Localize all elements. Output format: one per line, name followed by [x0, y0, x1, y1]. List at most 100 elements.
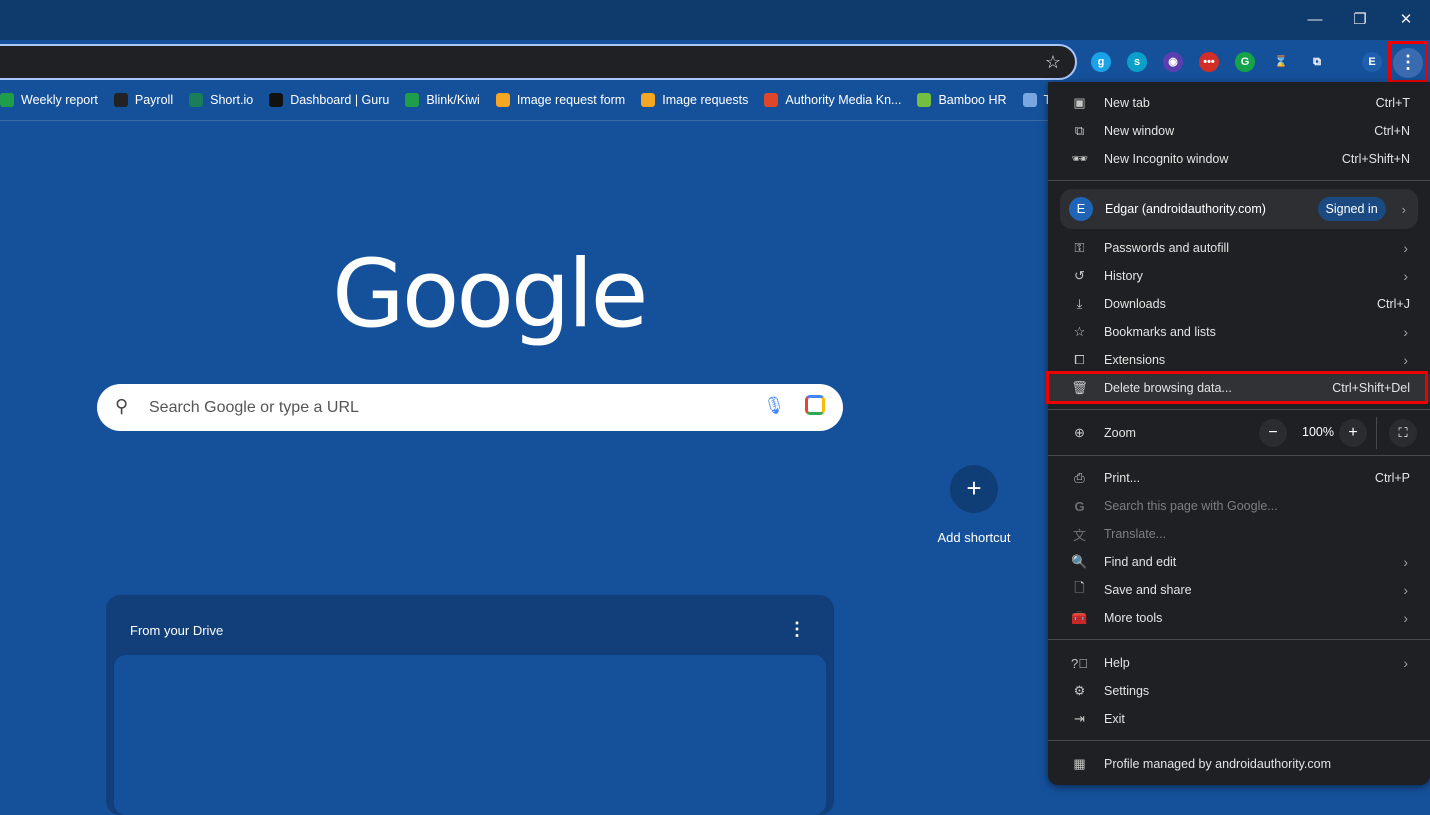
- search-box[interactable]: ⚲ Search Google or type a URL 🎙: [97, 384, 843, 431]
- new-window-icon: ⧉: [1074, 123, 1085, 138]
- search-input[interactable]: Search Google or type a URL: [149, 399, 359, 417]
- label: Translate...: [1104, 527, 1167, 541]
- menu-passwords[interactable]: ⚿ Passwords and autofill ›: [1048, 234, 1430, 262]
- bookmark-item[interactable]: Payroll: [113, 86, 174, 114]
- address-bar[interactable]: ☆: [0, 44, 1077, 80]
- menu-downloads[interactable]: ⤓ Downloads Ctrl+J: [1048, 290, 1430, 318]
- gear-icon: ⚙: [1073, 683, 1086, 698]
- menu-bookmarks[interactable]: ☆ Bookmarks and lists ›: [1048, 318, 1430, 346]
- find-icon: 🔍: [1071, 554, 1088, 569]
- menu-translate[interactable]: 文 Translate...: [1048, 520, 1430, 548]
- chevron-right-icon: ›: [1403, 655, 1408, 671]
- extension-s-icon[interactable]: s: [1127, 52, 1147, 72]
- menu-find-and-edit[interactable]: 🔍 Find and edit ›: [1048, 548, 1430, 576]
- key-icon: ⚿: [1074, 240, 1085, 255]
- translate-icon: 文: [1072, 527, 1086, 543]
- menu-settings[interactable]: ⚙ Settings: [1048, 677, 1430, 705]
- help-icon: ?⃝: [1071, 655, 1088, 671]
- label: Extensions: [1104, 353, 1166, 367]
- chrome-menu-button[interactable]: ⋮: [1388, 41, 1428, 83]
- menu-history[interactable]: ↺ History ›: [1048, 262, 1430, 290]
- label: Settings: [1104, 684, 1150, 698]
- label: New window: [1104, 124, 1175, 138]
- minimize-button[interactable]: —: [1300, 8, 1330, 32]
- menu-save-and-share[interactable]: 🗋 Save and share ›: [1048, 576, 1430, 604]
- bookmarks-bar: Weekly report Payroll Short.io Dashboard | …: [0, 86, 1089, 114]
- bookmark-star-icon[interactable]: ☆: [1045, 52, 1061, 73]
- profile-name: Edgar (androidauthority.com): [1105, 202, 1266, 216]
- bookmark-item[interactable]: Bamboo HR: [917, 86, 1007, 114]
- label: Downloads: [1104, 297, 1166, 311]
- bookmark-item[interactable]: Blink/Kiwi: [405, 86, 480, 114]
- menu-managed-profile[interactable]: ▦ Profile managed by androidauthority.com: [1048, 750, 1430, 778]
- bookmark-favicon-icon: [1022, 93, 1037, 107]
- chevron-right-icon: ›: [1403, 582, 1408, 598]
- drive-title: From your Drive: [130, 623, 224, 638]
- bookmark-label: Payroll: [134, 93, 174, 107]
- divider: [1048, 455, 1430, 456]
- bookmark-label: Blink/Kiwi: [426, 93, 480, 107]
- bookmark-item[interactable]: Weekly report: [0, 86, 98, 114]
- add-shortcut-label[interactable]: Add shortcut: [920, 530, 1028, 545]
- chevron-right-icon: ›: [1403, 554, 1408, 570]
- bookmark-item[interactable]: Image requests: [641, 86, 748, 114]
- download-icon: ⤓: [1076, 296, 1083, 311]
- drive-content: [114, 655, 826, 815]
- profile-avatar[interactable]: E: [1362, 52, 1382, 72]
- chevron-right-icon: ›: [1401, 201, 1406, 217]
- menu-new-window[interactable]: ⧉ New window Ctrl+N: [1048, 117, 1430, 145]
- drive-more-icon[interactable]: ⋮: [788, 619, 806, 640]
- label: Passwords and autofill: [1104, 241, 1230, 255]
- divider: [1048, 409, 1430, 410]
- maximize-button[interactable]: ❐: [1345, 8, 1375, 32]
- bookmark-favicon-icon: [405, 93, 420, 107]
- menu-exit[interactable]: ⇥ Exit: [1048, 705, 1430, 733]
- label: History: [1104, 269, 1143, 283]
- google-lens-icon[interactable]: [805, 395, 825, 415]
- avatar: E: [1069, 197, 1093, 221]
- bookmark-favicon-icon: [269, 93, 284, 107]
- chevron-right-icon: ›: [1403, 610, 1408, 626]
- menu-print[interactable]: ⎙ Print... Ctrl+P: [1048, 464, 1430, 492]
- menu-incognito[interactable]: 🕶 New Incognito window Ctrl+Shift+N: [1048, 145, 1430, 173]
- menu-extensions[interactable]: ⧠ Extensions ›: [1048, 346, 1430, 374]
- extension-g-icon[interactable]: g: [1091, 52, 1111, 72]
- shortcut: Ctrl+P: [1374, 471, 1410, 485]
- divider: [1376, 417, 1377, 449]
- close-button[interactable]: ✕: [1391, 8, 1421, 32]
- bookmark-item[interactable]: Authority Media Kn...: [764, 86, 901, 114]
- menu-more-tools[interactable]: 🧰 More tools ›: [1048, 604, 1430, 632]
- microphone-icon[interactable]: 🎙: [763, 396, 785, 416]
- chrome-menu: ▣ New tab Ctrl+T ⧉ New window Ctrl+N 🕶 New In…: [1048, 82, 1430, 785]
- fullscreen-button[interactable]: ⛶: [1389, 419, 1417, 447]
- bookmark-item[interactable]: Short.io: [189, 86, 253, 114]
- shortcut: Ctrl+T: [1375, 96, 1410, 110]
- extension-lastpass-icon[interactable]: •••: [1199, 52, 1219, 72]
- bookmark-label: Dashboard | Guru: [290, 93, 390, 107]
- bookmark-label: Image request form: [516, 93, 626, 107]
- extension-fingerprint-icon[interactable]: ◉: [1163, 52, 1183, 72]
- extension-grammarly-icon[interactable]: G: [1235, 52, 1255, 72]
- signed-in-badge: Signed in: [1317, 197, 1386, 221]
- menu-search-page[interactable]: G Search this page with Google...: [1048, 492, 1430, 520]
- add-shortcut-button[interactable]: +: [950, 465, 998, 513]
- bookmark-label: Short.io: [210, 93, 254, 107]
- divider: [1048, 740, 1430, 741]
- zoom-value: 100%: [1302, 425, 1334, 439]
- extension-timer-icon[interactable]: ⌛: [1271, 52, 1291, 72]
- extension-extensions-icon[interactable]: ⧉: [1307, 52, 1327, 72]
- google-logo: Google: [332, 240, 648, 349]
- label: Profile managed by androidauthority.com: [1104, 757, 1331, 771]
- bookmark-item[interactable]: Dashboard | Guru: [269, 86, 389, 114]
- bookmark-item[interactable]: Image request form: [495, 86, 626, 114]
- menu-profile[interactable]: E Edgar (androidauthority.com) Signed in…: [1060, 189, 1418, 229]
- shortcut: Ctrl+Shift+N: [1341, 152, 1410, 166]
- search-icon: ⚲: [115, 396, 129, 416]
- menu-help[interactable]: ?⃝ Help ›: [1048, 649, 1430, 677]
- history-icon: ↺: [1074, 268, 1085, 283]
- toolbar: ☆ g s ◉ ••• G ⌛ ⧉ E: [0, 40, 1430, 82]
- shortcut: Ctrl+J: [1377, 297, 1410, 311]
- menu-new-tab[interactable]: ▣ New tab Ctrl+T: [1048, 89, 1430, 117]
- zoom-out-button[interactable]: −: [1259, 419, 1287, 447]
- zoom-in-button[interactable]: +: [1339, 419, 1367, 447]
